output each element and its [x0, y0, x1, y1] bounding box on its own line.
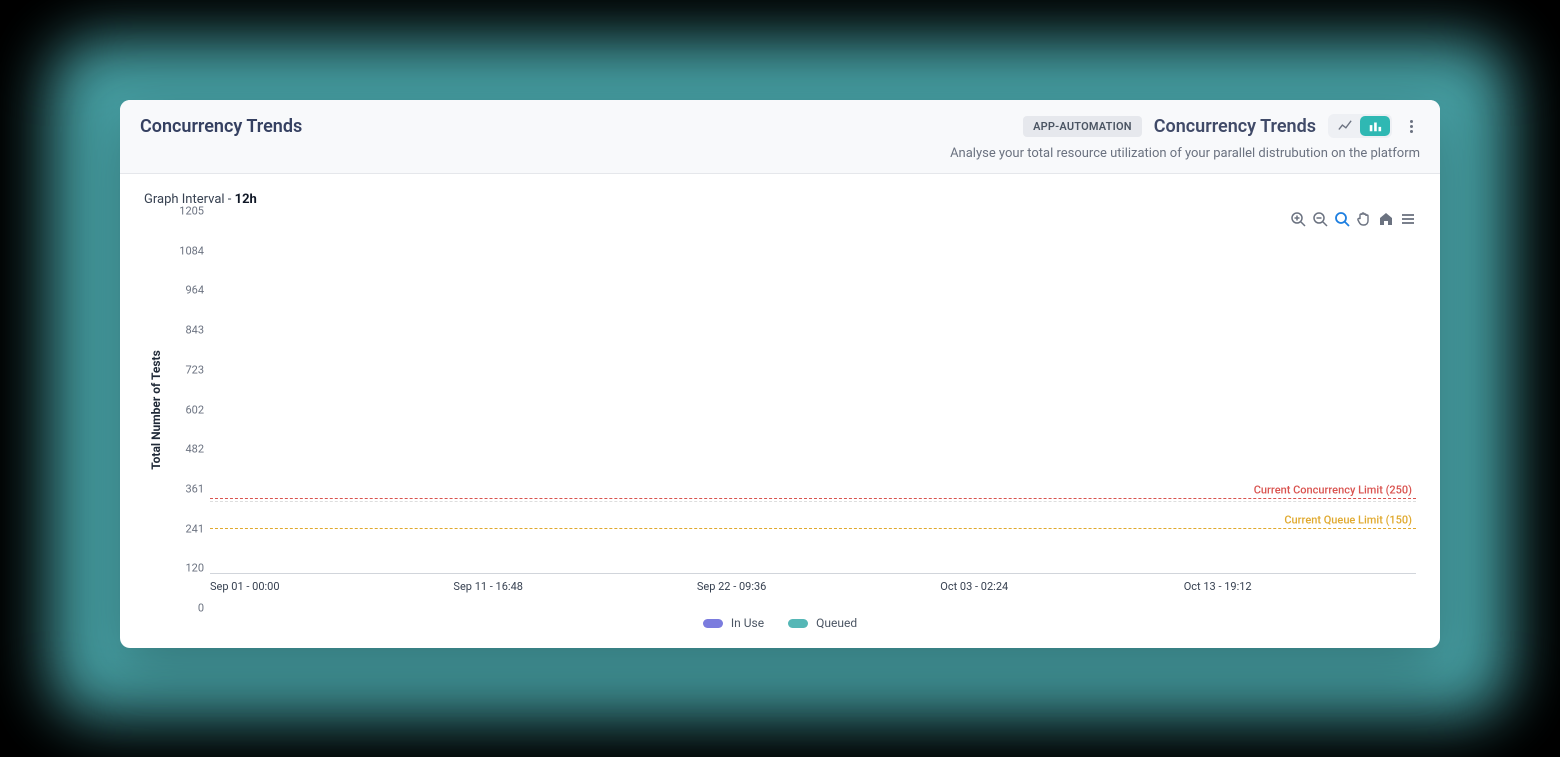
legend: In Use Queued	[144, 608, 1416, 632]
card-header: Concurrency Trends APP-AUTOMATION Concur…	[120, 100, 1440, 174]
y-tick: 1205	[179, 205, 204, 218]
bar-chart-icon	[1368, 119, 1382, 133]
x-tick: Oct 13 - 19:12	[1184, 580, 1252, 593]
page-title: Concurrency Trends	[140, 116, 302, 137]
y-tick: 602	[185, 403, 204, 416]
limit-line-queue	[210, 528, 1416, 529]
x-tick: Oct 03 - 02:24	[940, 580, 1008, 593]
legend-swatch-queued	[788, 619, 808, 628]
y-tick: 964	[185, 284, 204, 297]
legend-label-in-use: In Use	[731, 616, 764, 630]
grid-line	[210, 501, 1416, 502]
y-tick: 0	[198, 602, 204, 615]
x-tick: Sep 01 - 00:00	[210, 580, 280, 593]
legend-in-use[interactable]: In Use	[703, 616, 764, 630]
kebab-icon	[1410, 120, 1413, 123]
card-subtitle: Analyse your total resource utilization …	[140, 146, 1420, 161]
bar-chart-toggle[interactable]	[1360, 116, 1390, 136]
limit-label-concurrency: Current Concurrency Limit (250)	[1254, 484, 1412, 497]
bars-container	[210, 211, 1416, 573]
y-axis-label: Total Number of Tests	[149, 350, 163, 470]
line-chart-icon	[1338, 119, 1352, 133]
legend-queued[interactable]: Queued	[788, 616, 857, 630]
x-tick: Sep 11 - 16:48	[453, 580, 523, 593]
y-axis-label-wrap: Total Number of Tests	[144, 211, 168, 608]
y-tick: 241	[185, 522, 204, 535]
line-chart-toggle[interactable]	[1330, 116, 1360, 136]
y-axis: 012024136148260272384396410841205	[168, 211, 210, 608]
context-badge: APP-AUTOMATION	[1023, 116, 1142, 137]
plot-column: Current Concurrency Limit (250) Current Q…	[210, 211, 1416, 608]
y-tick: 723	[185, 363, 204, 376]
card-body: Graph Interval - 12h Total Number of Tes…	[120, 174, 1440, 648]
limit-line-concurrency	[210, 498, 1416, 499]
x-tick: Sep 22 - 09:36	[697, 580, 767, 593]
widget-title: Concurrency Trends	[1154, 116, 1316, 137]
card-menu-button[interactable]	[1402, 117, 1420, 135]
graph-interval-label: Graph Interval - 12h	[144, 192, 1416, 207]
chart-mode-toggle[interactable]	[1328, 114, 1392, 138]
legend-swatch-in-use	[703, 619, 723, 628]
x-axis: Sep 01 - 00:00 Sep 11 - 16:48 Sep 22 - 09:…	[210, 580, 1416, 608]
y-tick: 1084	[179, 244, 204, 257]
concurrency-trends-card: Concurrency Trends APP-AUTOMATION Concur…	[120, 100, 1440, 648]
chart-area: Total Number of Tests 012024136148260272…	[144, 211, 1416, 608]
plot-area[interactable]: Current Concurrency Limit (250) Current Q…	[210, 211, 1416, 574]
limit-label-queue: Current Queue Limit (150)	[1284, 514, 1412, 527]
y-tick: 120	[185, 562, 204, 575]
y-tick: 482	[185, 443, 204, 456]
legend-label-queued: Queued	[816, 616, 857, 630]
y-tick: 361	[185, 483, 204, 496]
y-tick: 843	[185, 324, 204, 337]
